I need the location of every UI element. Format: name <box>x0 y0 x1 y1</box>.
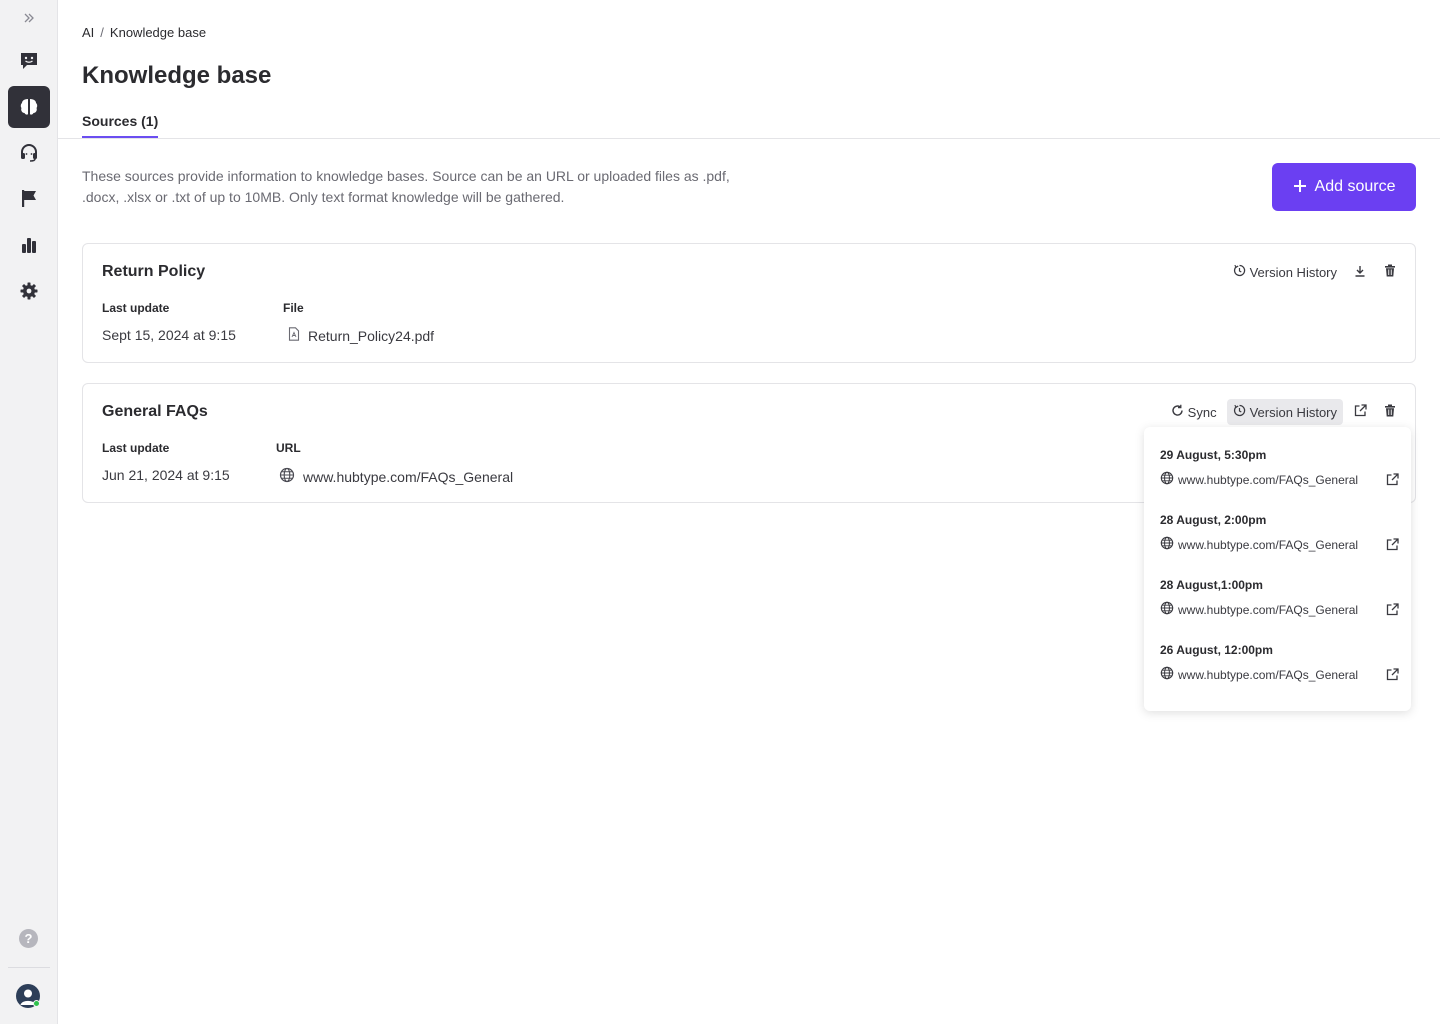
app: ? AI / Knowledge base Knowledge base Sou… <box>0 0 1440 1024</box>
history-icon <box>1233 404 1246 420</box>
source-actions: Sync Version History <box>1165 399 1403 425</box>
version-date: 26 August, 12:00pm <box>1160 643 1273 657</box>
sidebar-divider <box>8 967 50 968</box>
flag-icon <box>19 188 39 208</box>
version-url: www.hubtype.com/FAQs_General <box>1178 472 1359 487</box>
trash-icon <box>1384 264 1396 280</box>
add-source-button[interactable]: Add source <box>1272 163 1416 211</box>
version-url-row: www.hubtype.com/FAQs_General <box>1160 666 1400 683</box>
pdf-file-icon <box>288 327 300 344</box>
delete-button[interactable] <box>1377 259 1403 285</box>
version-history-item[interactable]: 29 August, 5:30pm www.hubtype.com/FAQs_G… <box>1160 448 1400 488</box>
trash-icon <box>1384 404 1396 420</box>
sidebar-item-conversations[interactable] <box>8 40 50 82</box>
last-update-text: Sept 15, 2024 at 9:15 <box>102 327 236 343</box>
globe-icon <box>279 467 295 486</box>
version-history-dropdown: 29 August, 5:30pm www.hubtype.com/FAQs_G… <box>1144 427 1411 711</box>
version-history-item[interactable]: 28 August, 2:00pm www.hubtype.com/FAQs_G… <box>1160 513 1400 553</box>
version-history-label: Version History <box>1249 264 1337 280</box>
page-title: Knowledge base <box>82 62 272 89</box>
sidebar-item-flows[interactable] <box>8 177 50 219</box>
version-date: 29 August, 5:30pm <box>1160 448 1267 462</box>
globe-icon <box>1160 471 1174 488</box>
bar-chart-icon <box>19 235 39 255</box>
help-icon[interactable]: ? <box>19 929 38 948</box>
chat-bubble-smile-icon <box>19 51 39 71</box>
version-date: 28 August, 2:00pm <box>1160 513 1267 527</box>
url-value: www.hubtype.com/FAQs_General <box>279 467 513 486</box>
file-name[interactable]: Return_Policy24.pdf <box>308 328 434 344</box>
tab-divider <box>58 138 1440 139</box>
source-actions: Version History <box>1227 259 1403 285</box>
external-link-icon[interactable] <box>1384 537 1400 553</box>
file-value: Return_Policy24.pdf <box>288 327 434 344</box>
last-update-text: Jun 21, 2024 at 9:15 <box>102 467 230 483</box>
url-label: URL <box>276 441 301 455</box>
gear-icon <box>19 281 39 301</box>
breadcrumb-separator: / <box>100 25 104 40</box>
open-link-button[interactable] <box>1347 399 1373 425</box>
external-link-icon[interactable] <box>1384 472 1400 488</box>
globe-icon <box>1160 536 1174 553</box>
breadcrumb: AI / Knowledge base <box>82 25 206 40</box>
version-history-label: Version History <box>1249 404 1337 420</box>
version-history-item[interactable]: 26 August, 12:00pm www.hubtype.com/FAQs_… <box>1160 643 1400 683</box>
online-status-indicator <box>33 1000 40 1007</box>
chevrons-right-icon[interactable] <box>20 10 38 28</box>
sidebar-item-analytics[interactable] <box>8 224 50 266</box>
last-update-label: Last update <box>102 301 170 315</box>
download-button[interactable] <box>1347 259 1373 285</box>
globe-icon <box>1160 601 1174 618</box>
version-history-button[interactable]: Version History <box>1226 399 1343 425</box>
version-url: www.hubtype.com/FAQs_General <box>1178 602 1359 617</box>
source-title: Return Policy <box>102 263 206 280</box>
add-source-label: Add source <box>1314 178 1396 195</box>
breadcrumb-current: Knowledge base <box>109 25 207 40</box>
headset-icon <box>19 143 39 163</box>
page-description: These sources provide information to kno… <box>82 168 730 205</box>
tab-sources[interactable]: Sources (1) <box>82 113 159 138</box>
sidebar: ? <box>0 0 58 1024</box>
source-card-return-policy: Return Policy Version History Last updat… <box>82 243 1416 363</box>
version-url-row: www.hubtype.com/FAQs_General <box>1160 536 1400 553</box>
breadcrumb-root[interactable]: AI <box>82 25 94 40</box>
version-url-row: www.hubtype.com/FAQs_General <box>1160 471 1400 488</box>
plus-icon <box>1293 175 1307 197</box>
delete-button[interactable] <box>1377 399 1403 425</box>
version-url-row: www.hubtype.com/FAQs_General <box>1160 601 1400 618</box>
globe-icon <box>1160 666 1174 683</box>
source-url[interactable]: www.hubtype.com/FAQs_General <box>303 469 513 485</box>
last-update-value: Jun 21, 2024 at 9:15 <box>102 467 230 483</box>
version-url: www.hubtype.com/FAQs_General <box>1178 667 1359 682</box>
version-url: www.hubtype.com/FAQs_General <box>1178 537 1359 552</box>
sidebar-item-settings[interactable] <box>8 270 50 312</box>
history-icon <box>1233 264 1246 280</box>
download-icon <box>1354 265 1366 280</box>
file-label: File <box>283 301 304 315</box>
sync-label: Sync <box>1187 404 1217 420</box>
external-link-icon[interactable] <box>1384 667 1400 683</box>
last-update-label: Last update <box>102 441 170 455</box>
brain-icon <box>18 96 40 118</box>
source-title: General FAQs <box>102 403 208 420</box>
external-link-icon[interactable] <box>1384 602 1400 618</box>
last-update-value: Sept 15, 2024 at 9:15 <box>102 327 236 343</box>
external-link-icon <box>1354 404 1367 420</box>
version-history-button[interactable]: Version History <box>1227 259 1343 285</box>
sync-button[interactable]: Sync <box>1165 399 1223 425</box>
version-date: 28 August,1:00pm <box>1160 578 1263 592</box>
sidebar-item-ai[interactable] <box>8 86 50 128</box>
version-history-item[interactable]: 28 August,1:00pm www.hubtype.com/FAQs_Ge… <box>1160 578 1400 618</box>
refresh-icon <box>1171 404 1184 420</box>
sidebar-item-support[interactable] <box>8 132 50 174</box>
